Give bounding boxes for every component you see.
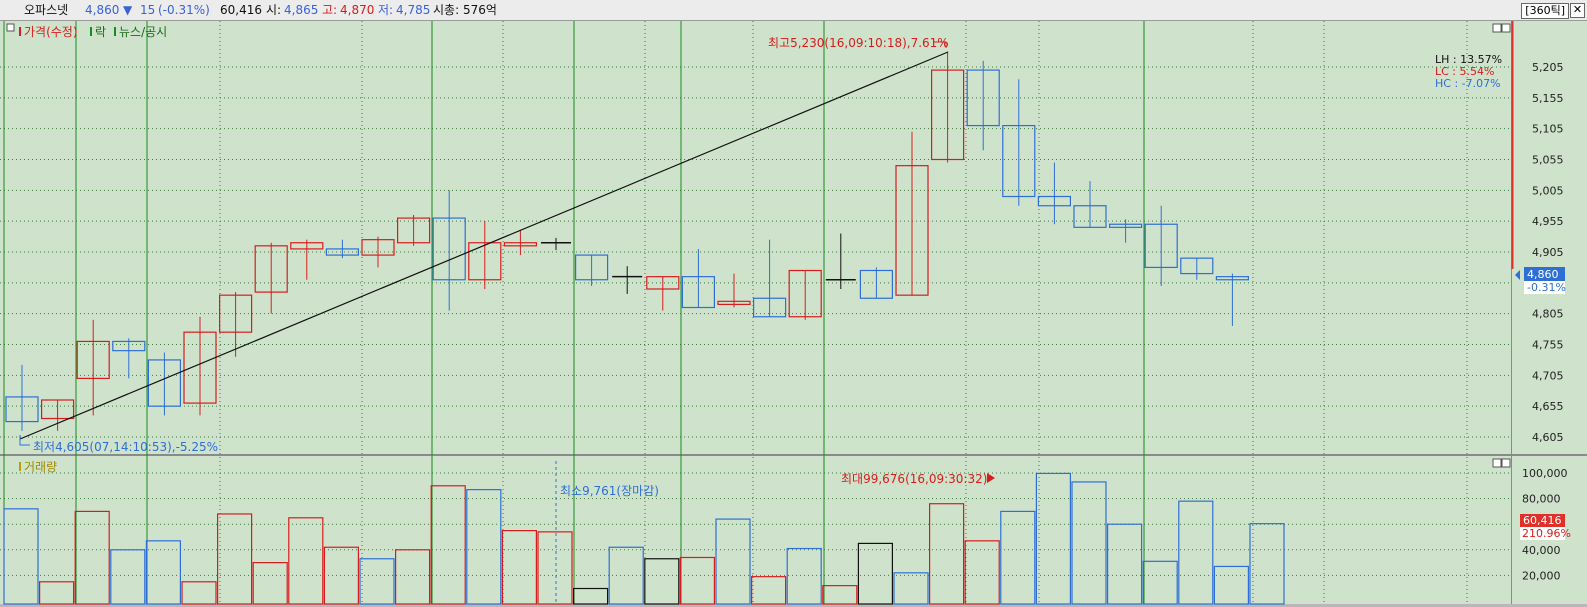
price-change: 15: [140, 3, 156, 17]
panel-maximize-icon[interactable]: [1492, 23, 1502, 33]
y-tick-label: 4,605: [1532, 431, 1564, 444]
max-price-note: 최고5,230(16,09:10:18),7.61%: [768, 36, 949, 50]
legend-marker-news: [114, 27, 116, 36]
mcap-value: 576억: [463, 3, 497, 17]
y-tick-label: 4,955: [1532, 215, 1564, 228]
y-tick-label: 5,205: [1532, 61, 1564, 74]
min-volume-note: 최소9,761(장마감): [560, 484, 659, 498]
price-change-pct: (-0.31%): [158, 3, 210, 17]
down-arrow-icon: ▼: [123, 3, 133, 17]
period-button[interactable]: [360틱]: [1521, 3, 1569, 19]
high-label: 고:: [322, 3, 338, 17]
volume-close-icon[interactable]: [1501, 458, 1511, 468]
low-label: 저:: [378, 3, 394, 17]
panel-toggle-icon[interactable]: [6, 23, 15, 32]
stock-name: 오파스넷: [24, 3, 69, 17]
y-tick-label: 5,055: [1532, 154, 1564, 167]
legend-marker-volume: [19, 462, 21, 471]
y-tick-label: 4,905: [1532, 246, 1564, 259]
max-volume-note: 최대99,676(16,09:30:32): [841, 472, 987, 486]
y-tick-label: 5,005: [1532, 184, 1564, 197]
current-price: 4,860: [85, 3, 120, 17]
y-tick-label: 4,705: [1532, 369, 1564, 382]
y-tick-label: 4,755: [1532, 339, 1564, 352]
panel-close-icon[interactable]: [1501, 23, 1511, 33]
close-icon[interactable]: ✕: [1570, 3, 1585, 18]
volume-maximize-icon[interactable]: [1492, 458, 1502, 468]
volume-pct-tag: 210.96%: [1522, 527, 1571, 540]
y-tick-label: 4,655: [1532, 400, 1564, 413]
volume-tick-label: 20,000: [1522, 569, 1561, 582]
pct-tag: -0.31%: [1527, 281, 1566, 294]
volume-tick-label: 40,000: [1522, 544, 1561, 557]
legend-volume: 거래량: [24, 460, 57, 474]
hc-ratio: HC : -7.07%: [1435, 77, 1501, 90]
price-panel-bg: [0, 21, 1511, 454]
open-value: 4,865: [284, 3, 319, 17]
legend-marker-price: [19, 27, 21, 36]
legend-marker-rak: [90, 27, 92, 36]
volume-value: 60,416: [220, 3, 262, 17]
y-tick-label: 5,155: [1532, 92, 1564, 105]
volume-tick-label: 80,000: [1522, 493, 1561, 506]
y-tick-label: 5,105: [1532, 123, 1564, 136]
open-label: 시:: [266, 3, 282, 17]
y-tick-label: 4,805: [1532, 308, 1564, 321]
legend-price: 가격(수정): [24, 25, 78, 39]
price-tag: 4,860: [1527, 268, 1559, 281]
legend-rak: 락: [95, 25, 106, 39]
volume-tick-label: 100,000: [1522, 467, 1568, 480]
chart-canvas: 5,2055,1555,1055,0555,0054,9554,9054,855…: [0, 21, 1587, 607]
low-value: 4,785: [396, 3, 431, 17]
top-bar: 오파스넷 4,860 ▼ 15 (-0.31%) 60,416 시: 4,865…: [0, 0, 1587, 21]
high-value: 4,870: [340, 3, 375, 17]
mcap-label: 시총:: [433, 3, 460, 17]
volume-tag: 60,416: [1523, 514, 1562, 527]
min-price-note: 최저4,605(07,14:10:53),-5.25%: [33, 440, 218, 454]
legend-news: 뉴스/공시: [119, 25, 167, 39]
